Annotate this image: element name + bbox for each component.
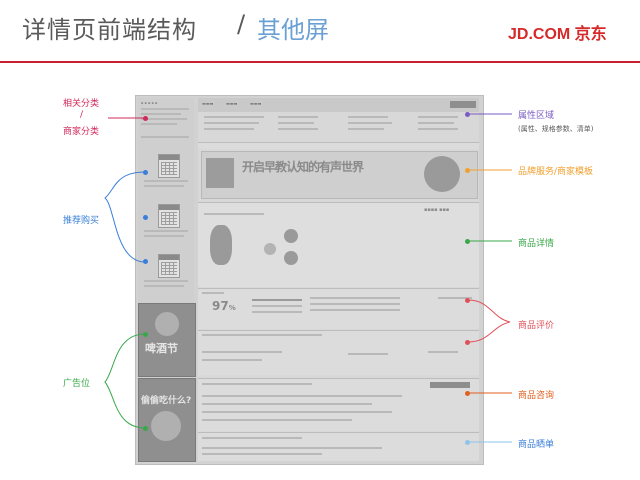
label-ads: 广告位 (63, 379, 91, 389)
marker-dot (465, 112, 470, 117)
connector-recommend (104, 171, 146, 263)
marker-dot (465, 298, 470, 303)
label-brand-service: 品牌服务/商家模板 (518, 167, 594, 177)
marker-dot (143, 170, 148, 175)
marker-dot (143, 259, 148, 264)
marker-dot (143, 426, 148, 431)
label-slash: / (80, 110, 84, 120)
label-merchant-category: 商家分类 (63, 127, 100, 137)
connector-review (467, 299, 511, 343)
label-product-review: 商品评价 (518, 321, 555, 331)
marker-dot (465, 340, 470, 345)
label-recommend: 推荐购买 (63, 216, 100, 226)
marker-dot (465, 440, 470, 445)
marker-dot (465, 168, 470, 173)
connector-ads (104, 333, 146, 429)
marker-dot (465, 391, 470, 396)
marker-dot (143, 215, 148, 220)
label-product-consult: 商品咨询 (518, 391, 555, 401)
marker-dot (143, 332, 148, 337)
marker-dot (465, 239, 470, 244)
marker-dot (143, 116, 148, 121)
label-attributes-sub: (属性、规格参数、清单) (518, 125, 594, 133)
label-related-category: 相关分类 (63, 99, 100, 109)
label-product-detail: 商品详情 (518, 239, 555, 249)
label-attributes: 属性区域 (518, 111, 555, 121)
label-product-share: 商品晒单 (518, 440, 555, 450)
